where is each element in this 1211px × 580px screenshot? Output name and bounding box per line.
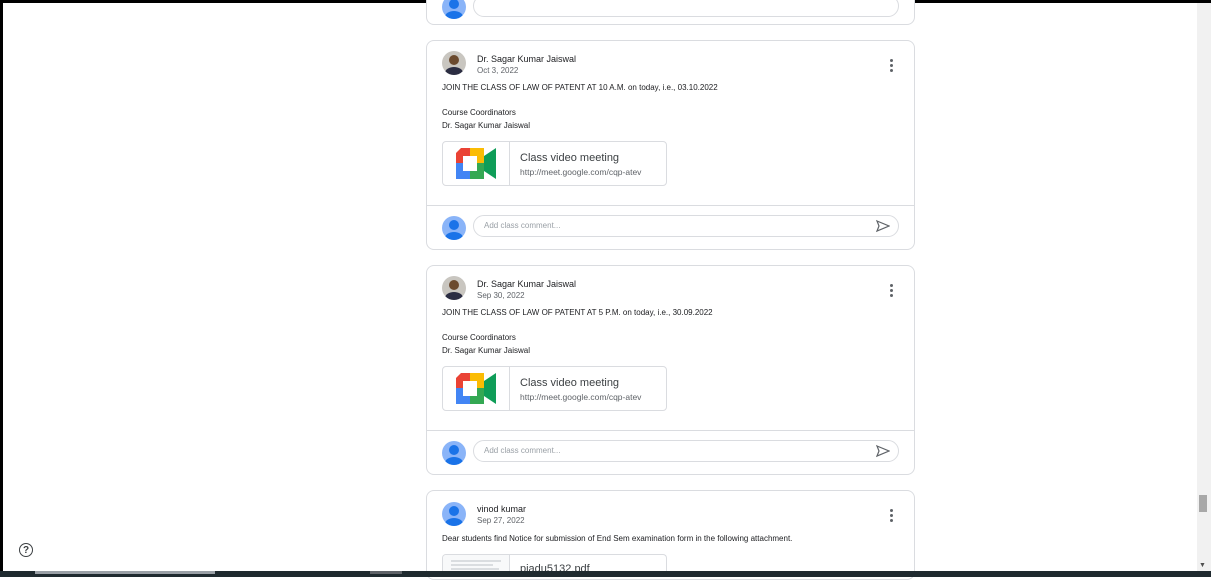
comment-input[interactable]: Add class comment... (473, 215, 899, 237)
post-text-line: Dr. Sagar Kumar Jaiswal (442, 346, 531, 355)
comment-input[interactable]: Add class comment... (473, 440, 899, 462)
comment-placeholder: Add class comment... (484, 446, 561, 455)
post-date[interactable]: Sep 27, 2022 (477, 516, 525, 525)
post-text-line: Course Coordinators (442, 108, 516, 117)
bottom-bar-segment (35, 571, 215, 574)
meet-title[interactable]: Class video meeting (520, 152, 619, 164)
more-vert-icon[interactable] (890, 284, 894, 299)
more-vert-icon[interactable] (890, 59, 894, 74)
meet-attachment[interactable]: Class video meeting http://meet.google.c… (442, 141, 667, 186)
avatar (442, 51, 466, 75)
post-date[interactable]: Sep 30, 2022 (477, 291, 525, 300)
divider (427, 430, 914, 431)
more-vert-icon[interactable] (890, 509, 894, 524)
scrollbar-thumb[interactable] (1199, 495, 1207, 512)
google-meet-icon (443, 367, 510, 410)
comment-placeholder: Add class comment... (484, 221, 561, 230)
divider (427, 205, 914, 206)
post-card: Dr. Sagar Kumar Jaiswal Oct 3, 2022 JOIN… (426, 40, 915, 250)
scroll-down-icon[interactable]: ▼ (1199, 562, 1206, 569)
meet-attachment[interactable]: Class video meeting http://meet.google.c… (442, 366, 667, 411)
file-attachment[interactable]: pjadu5132.pdf (442, 554, 667, 572)
pdf-thumbnail (443, 555, 510, 572)
avatar (442, 216, 466, 240)
meet-link[interactable]: http://meet.google.com/cqp-atev (520, 167, 641, 177)
send-icon[interactable] (876, 219, 890, 233)
post-text-line: Course Coordinators (442, 333, 516, 342)
comment-input[interactable] (473, 0, 899, 17)
post-card: vinod kumar Sep 27, 2022 Dear students f… (426, 490, 915, 580)
google-meet-icon (443, 142, 510, 185)
avatar (442, 502, 466, 526)
scrollbar[interactable]: ▼ (1197, 3, 1211, 571)
post-author[interactable]: Dr. Sagar Kumar Jaiswal (477, 279, 576, 289)
post-text-line: Dr. Sagar Kumar Jaiswal (442, 121, 531, 130)
question-circle-icon[interactable]: ? (19, 543, 33, 557)
post-author[interactable]: Dr. Sagar Kumar Jaiswal (477, 54, 576, 64)
avatar (442, 0, 466, 19)
post-text-line: JOIN THE CLASS OF LAW OF PATENT AT 5 P.M… (442, 308, 713, 317)
avatar (442, 441, 466, 465)
meet-link[interactable]: http://meet.google.com/cqp-atev (520, 392, 641, 402)
send-icon[interactable] (876, 444, 890, 458)
avatar (442, 276, 466, 300)
post-date[interactable]: Oct 3, 2022 (477, 66, 518, 75)
meet-title[interactable]: Class video meeting (520, 377, 619, 389)
previous-post-card (426, 0, 915, 25)
post-card: Dr. Sagar Kumar Jaiswal Sep 30, 2022 JOI… (426, 265, 915, 475)
post-text-line: JOIN THE CLASS OF LAW OF PATENT AT 10 A.… (442, 83, 718, 92)
bottom-bar-segment (370, 571, 402, 574)
post-text-line: Dear students find Notice for submission… (442, 534, 793, 543)
post-author[interactable]: vinod kumar (477, 504, 526, 514)
